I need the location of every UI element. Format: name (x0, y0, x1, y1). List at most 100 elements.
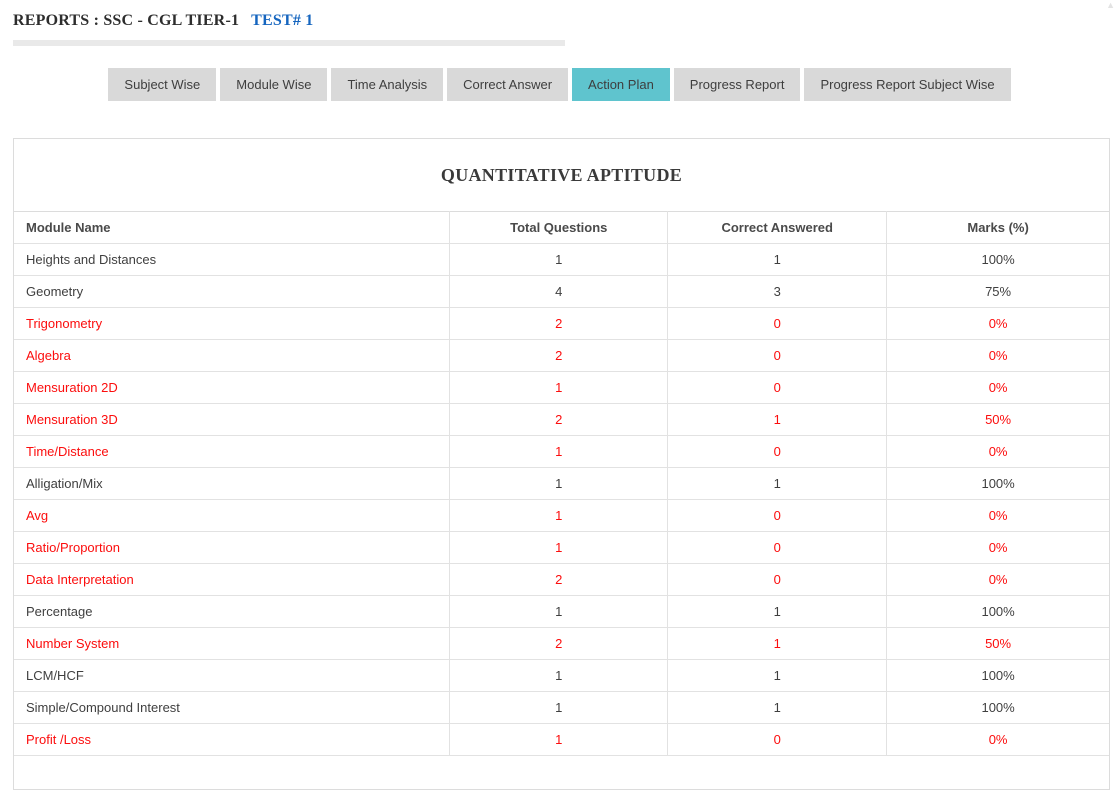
column-header-module-name: Module Name (14, 212, 450, 244)
total-questions-cell: 2 (450, 308, 668, 340)
module-name-cell: Ratio/Proportion (14, 532, 450, 564)
total-questions-cell: 1 (450, 724, 668, 756)
correct-answered-cell: 0 (668, 436, 887, 468)
marks-cell: 100% (887, 468, 1109, 500)
marks-cell: 0% (887, 724, 1109, 756)
tab-module-wise[interactable]: Module Wise (220, 68, 327, 101)
total-questions-cell: 1 (450, 532, 668, 564)
total-questions-cell: 1 (450, 372, 668, 404)
module-name-cell: Mensuration 3D (14, 404, 450, 436)
correct-answered-cell: 0 (668, 564, 887, 596)
total-questions-cell: 1 (450, 436, 668, 468)
action-plan-table: Module Name Total Questions Correct Answ… (14, 211, 1109, 756)
total-questions-cell: 1 (450, 596, 668, 628)
correct-answered-cell: 0 (668, 308, 887, 340)
correct-answered-cell: 0 (668, 500, 887, 532)
marks-cell: 75% (887, 276, 1109, 308)
module-name-cell: Trigonometry (14, 308, 450, 340)
page-title: REPORTS : SSC - CGL TIER-1 TEST# 1 (13, 12, 314, 30)
module-name-cell: LCM/HCF (14, 660, 450, 692)
column-header-correct-answered: Correct Answered (668, 212, 887, 244)
table-row: Mensuration 2D 1 0 0% (14, 372, 1109, 404)
marks-cell: 100% (887, 244, 1109, 276)
total-questions-cell: 1 (450, 244, 668, 276)
column-header-marks: Marks (%) (887, 212, 1109, 244)
total-questions-cell: 1 (450, 692, 668, 724)
total-questions-cell: 1 (450, 500, 668, 532)
table-row: Geometry 4 3 75% (14, 276, 1109, 308)
module-name-cell: Alligation/Mix (14, 468, 450, 500)
table-row: Algebra 2 0 0% (14, 340, 1109, 372)
section-title: QUANTITATIVE APTITUDE (14, 139, 1109, 211)
marks-cell: 50% (887, 628, 1109, 660)
module-name-cell: Geometry (14, 276, 450, 308)
marks-cell: 50% (887, 404, 1109, 436)
table-row: Mensuration 3D 2 1 50% (14, 404, 1109, 436)
reports-title: REPORTS : SSC - CGL TIER-1 (13, 12, 239, 29)
total-questions-cell: 4 (450, 276, 668, 308)
tab-action-plan[interactable]: Action Plan (572, 68, 670, 101)
table-row: Percentage 1 1 100% (14, 596, 1109, 628)
marks-cell: 0% (887, 436, 1109, 468)
table-row: Avg 1 0 0% (14, 500, 1109, 532)
correct-answered-cell: 1 (668, 660, 887, 692)
table-row: Trigonometry 2 0 0% (14, 308, 1109, 340)
report-tab-bar: Subject WiseModule WiseTime AnalysisCorr… (0, 68, 1119, 101)
table-row: Number System 2 1 50% (14, 628, 1109, 660)
header-divider-bar (13, 40, 565, 46)
module-name-cell: Heights and Distances (14, 244, 450, 276)
table-row: Simple/Compound Interest 1 1 100% (14, 692, 1109, 724)
scrollbar-up-icon[interactable]: ▲ (1106, 1, 1115, 10)
marks-cell: 0% (887, 532, 1109, 564)
correct-answered-cell: 0 (668, 724, 887, 756)
marks-cell: 0% (887, 340, 1109, 372)
module-name-cell: Avg (14, 500, 450, 532)
correct-answered-cell: 1 (668, 468, 887, 500)
report-panel: QUANTITATIVE APTITUDE Module Name Total … (13, 138, 1110, 790)
correct-answered-cell: 0 (668, 372, 887, 404)
marks-cell: 100% (887, 692, 1109, 724)
column-header-total-questions: Total Questions (450, 212, 668, 244)
correct-answered-cell: 1 (668, 244, 887, 276)
correct-answered-cell: 0 (668, 340, 887, 372)
correct-answered-cell: 1 (668, 628, 887, 660)
tab-progress-report-subject-wise[interactable]: Progress Report Subject Wise (804, 68, 1010, 101)
marks-cell: 0% (887, 308, 1109, 340)
module-name-cell: Algebra (14, 340, 450, 372)
correct-answered-cell: 1 (668, 404, 887, 436)
correct-answered-cell: 0 (668, 532, 887, 564)
marks-cell: 0% (887, 500, 1109, 532)
correct-answered-cell: 1 (668, 692, 887, 724)
module-name-cell: Time/Distance (14, 436, 450, 468)
total-questions-cell: 2 (450, 564, 668, 596)
module-name-cell: Number System (14, 628, 450, 660)
table-row: Time/Distance 1 0 0% (14, 436, 1109, 468)
table-row: Heights and Distances 1 1 100% (14, 244, 1109, 276)
module-name-cell: Mensuration 2D (14, 372, 450, 404)
marks-cell: 100% (887, 660, 1109, 692)
correct-answered-cell: 3 (668, 276, 887, 308)
module-name-cell: Data Interpretation (14, 564, 450, 596)
table-row: Data Interpretation 2 0 0% (14, 564, 1109, 596)
total-questions-cell: 1 (450, 468, 668, 500)
marks-cell: 0% (887, 564, 1109, 596)
table-row: LCM/HCF 1 1 100% (14, 660, 1109, 692)
table-row: Ratio/Proportion 1 0 0% (14, 532, 1109, 564)
table-row: Alligation/Mix 1 1 100% (14, 468, 1109, 500)
total-questions-cell: 1 (450, 660, 668, 692)
total-questions-cell: 2 (450, 404, 668, 436)
marks-cell: 100% (887, 596, 1109, 628)
tab-time-analysis[interactable]: Time Analysis (331, 68, 443, 101)
marks-cell: 0% (887, 372, 1109, 404)
test-number-link[interactable]: TEST# 1 (251, 12, 313, 29)
tab-correct-answer[interactable]: Correct Answer (447, 68, 568, 101)
total-questions-cell: 2 (450, 628, 668, 660)
tab-progress-report[interactable]: Progress Report (674, 68, 801, 101)
correct-answered-cell: 1 (668, 596, 887, 628)
total-questions-cell: 2 (450, 340, 668, 372)
table-header-row: Module Name Total Questions Correct Answ… (14, 212, 1109, 244)
tab-subject-wise[interactable]: Subject Wise (108, 68, 216, 101)
module-name-cell: Profit /Loss (14, 724, 450, 756)
table-row: Profit /Loss 1 0 0% (14, 724, 1109, 756)
module-name-cell: Simple/Compound Interest (14, 692, 450, 724)
